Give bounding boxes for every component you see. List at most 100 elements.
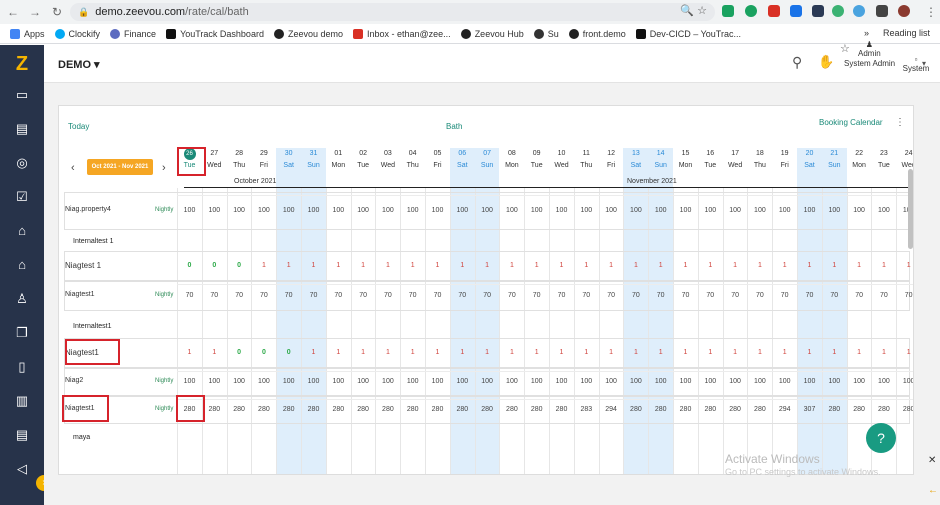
day-header[interactable]: 31 Sun: [301, 148, 326, 171]
availability-cell[interactable]: 1: [673, 262, 698, 269]
vertical-scrollbar[interactable]: [908, 169, 913, 249]
availability-cell[interactable]: 1: [574, 262, 599, 269]
availability-cell[interactable]: 1: [698, 262, 723, 269]
rate-cell[interactable]: 70: [524, 292, 549, 299]
rate-cell[interactable]: 280: [276, 406, 301, 413]
rate-cell[interactable]: 100: [227, 207, 252, 214]
availability-cell[interactable]: 1: [599, 262, 624, 269]
rate-cell[interactable]: 70: [549, 292, 574, 299]
availability-cell[interactable]: 1: [673, 349, 698, 356]
rate-cell[interactable]: 100: [499, 207, 524, 214]
availability-cell[interactable]: 1: [723, 262, 748, 269]
rate-cell[interactable]: 100: [599, 378, 624, 385]
availability-cell[interactable]: 1: [177, 349, 202, 356]
availability-cell[interactable]: 1: [351, 262, 376, 269]
arrow-left-icon[interactable]: ←: [928, 485, 938, 496]
rate-cell[interactable]: 100: [375, 207, 400, 214]
rate-cell[interactable]: 280: [475, 406, 500, 413]
file-icon[interactable]: ▤: [11, 425, 33, 445]
globe-ext-icon[interactable]: [832, 5, 844, 17]
rate-cell[interactable]: 70: [822, 292, 847, 299]
more-options-icon[interactable]: ⋮: [895, 117, 905, 128]
close-icon[interactable]: ✕: [928, 455, 936, 466]
bookmark-youtrack[interactable]: YouTrack Dashboard: [166, 28, 264, 39]
availability-cell[interactable]: 1: [648, 262, 673, 269]
bookmark-zeevou-demo[interactable]: Zeevou demo: [273, 28, 343, 39]
bookmark-front-demo[interactable]: front.demo: [568, 28, 626, 39]
rate-cell[interactable]: 100: [648, 378, 673, 385]
rate-cell[interactable]: 100: [276, 378, 301, 385]
profile-avatar-icon[interactable]: [898, 5, 910, 17]
gmail-icon[interactable]: [768, 5, 780, 17]
availability-cell[interactable]: 1: [301, 349, 326, 356]
rate-cell[interactable]: 100: [475, 207, 500, 214]
rate-cell[interactable]: 100: [698, 207, 723, 214]
rate-cell[interactable]: 100: [227, 378, 252, 385]
availability-cell[interactable]: 1: [623, 349, 648, 356]
availability-cell[interactable]: 1: [747, 262, 772, 269]
rate-cell[interactable]: 100: [772, 207, 797, 214]
rate-cell[interactable]: 280: [202, 406, 227, 413]
day-header[interactable]: 12 Fri: [599, 148, 624, 171]
rate-cell[interactable]: 280: [698, 406, 723, 413]
home-icon[interactable]: ⌂: [11, 255, 33, 275]
availability-cell[interactable]: 1: [524, 262, 549, 269]
avatar[interactable]: ▫ System: [901, 55, 931, 73]
company-selector[interactable]: DEMO ▾: [58, 58, 100, 71]
day-header[interactable]: 07 Sun: [475, 148, 500, 171]
day-header[interactable]: 15 Mon: [673, 148, 698, 171]
day-header[interactable]: 08 Mon: [499, 148, 524, 171]
rate-cell[interactable]: 70: [425, 292, 450, 299]
rate-cell[interactable]: 70: [797, 292, 822, 299]
availability-cell[interactable]: 1: [896, 262, 913, 269]
availability-cell[interactable]: 1: [202, 349, 227, 356]
reports-icon[interactable]: ▤: [11, 119, 33, 139]
availability-cell[interactable]: 1: [251, 262, 276, 269]
bookmark-finance[interactable]: Finance: [110, 28, 156, 39]
availability-cell[interactable]: 1: [574, 349, 599, 356]
rate-cell[interactable]: 280: [648, 406, 673, 413]
rate-cell[interactable]: 280: [326, 406, 351, 413]
rate-cell[interactable]: 280: [723, 406, 748, 413]
availability-cell[interactable]: 1: [747, 349, 772, 356]
rate-cell[interactable]: 100: [623, 378, 648, 385]
rate-cell[interactable]: 100: [648, 207, 673, 214]
search-icon[interactable]: ⚲: [792, 54, 802, 71]
rate-cell[interactable]: 100: [400, 378, 425, 385]
rate-cell[interactable]: 100: [797, 378, 822, 385]
day-header[interactable]: 17 Wed: [723, 148, 748, 171]
rate-cell[interactable]: 100: [524, 378, 549, 385]
rate-cell[interactable]: 70: [450, 292, 475, 299]
rate-cell[interactable]: 70: [772, 292, 797, 299]
rate-cell[interactable]: 70: [326, 292, 351, 299]
screen-ext-icon[interactable]: [812, 5, 824, 17]
rate-cell[interactable]: 280: [227, 406, 252, 413]
availability-cell[interactable]: 1: [847, 349, 872, 356]
availability-cell[interactable]: 0: [276, 349, 301, 356]
availability-cell[interactable]: 1: [847, 262, 872, 269]
rate-cell[interactable]: 100: [425, 207, 450, 214]
day-header[interactable]: 01 Mon: [326, 148, 351, 171]
rate-cell[interactable]: 70: [301, 292, 326, 299]
rate-cell[interactable]: 100: [524, 207, 549, 214]
rate-cell[interactable]: 283: [574, 406, 599, 413]
rate-cell[interactable]: 294: [599, 406, 624, 413]
rate-cell[interactable]: 70: [251, 292, 276, 299]
rate-cell[interactable]: 280: [673, 406, 698, 413]
rate-cell[interactable]: 70: [698, 292, 723, 299]
puzzle-icon[interactable]: [876, 5, 888, 17]
rate-cell[interactable]: 100: [351, 378, 376, 385]
rate-cell[interactable]: 100: [574, 378, 599, 385]
day-header[interactable]: 11 Thu: [574, 148, 599, 171]
availability-cell[interactable]: 1: [822, 349, 847, 356]
rate-cell[interactable]: 100: [251, 378, 276, 385]
rate-cell[interactable]: 100: [871, 207, 896, 214]
rate-cell[interactable]: 100: [698, 378, 723, 385]
forward-icon[interactable]: →: [26, 5, 44, 19]
availability-cell[interactable]: 1: [400, 262, 425, 269]
rate-cell[interactable]: 70: [177, 292, 202, 299]
availability-cell[interactable]: 1: [499, 349, 524, 356]
availability-cell[interactable]: 1: [351, 349, 376, 356]
zeevou-logo-icon[interactable]: Z: [9, 53, 35, 75]
day-header[interactable]: 19 Fri: [772, 148, 797, 171]
